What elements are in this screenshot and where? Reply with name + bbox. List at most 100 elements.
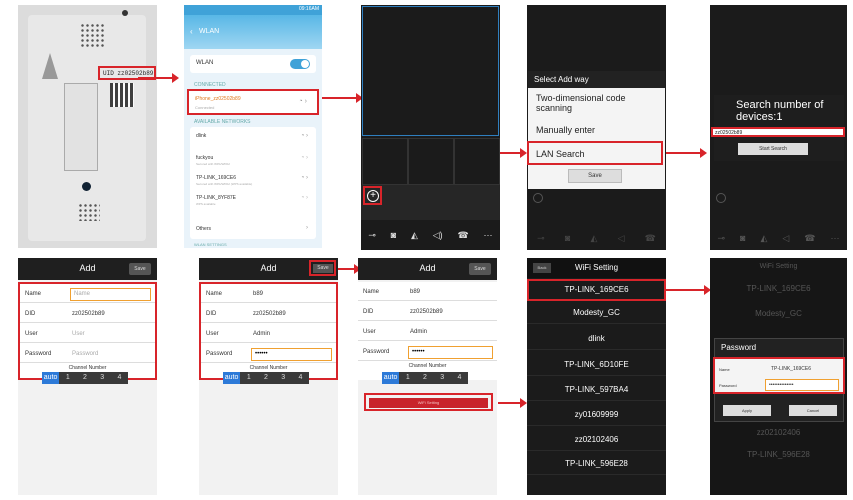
name-input[interactable]: b89: [410, 289, 420, 295]
network-item[interactable]: TP-LINK_169CE6: [196, 175, 236, 181]
ssid-label: Name: [719, 367, 730, 372]
password-input[interactable]: ••••••••••••••: [765, 379, 839, 391]
save-button[interactable]: Save: [129, 263, 151, 275]
user-input[interactable]: Admin: [253, 331, 270, 337]
wifi-setting-button[interactable]: WiFi Setting: [369, 398, 488, 408]
select-add-dialog: Select Add way Two-dimensional code scan…: [527, 71, 665, 189]
available-header: AVAILABLE NETWORKS: [194, 119, 251, 125]
cancel-button[interactable]: Cancel: [789, 405, 837, 416]
channel-1[interactable]: 1: [59, 372, 76, 384]
wifi-item[interactable]: TP-LINK_596E28: [527, 453, 666, 475]
connected-ssid: iPhone_zz02502b89: [195, 96, 241, 102]
start-search-button[interactable]: Start Search: [738, 143, 808, 155]
camera-icon[interactable]: ◙: [391, 230, 396, 250]
networks-list: dlink ◔ › fuckyou Secured with WPA/WPA2 …: [190, 127, 316, 225]
network-item[interactable]: dlink: [196, 133, 206, 139]
arrow-6: [498, 398, 527, 408]
user-label: User: [25, 331, 38, 337]
add-form-highlight: Name Name DID zz02502b89 User User Password…: [18, 282, 157, 380]
channel-selector[interactable]: auto 1 2 3 4: [42, 372, 128, 384]
network-sub: Secured with WPA/WPA2: [196, 162, 230, 166]
wifi-item[interactable]: TP-LINK_6D10FE: [527, 354, 666, 376]
add-camera-icon: [716, 193, 726, 203]
add-form-empty: Add Save Name Name DID zz02502b89 User User…: [18, 258, 157, 495]
channel-3[interactable]: 3: [275, 372, 292, 384]
channel-auto[interactable]: auto: [382, 372, 400, 384]
wifi-item[interactable]: dlink: [527, 328, 666, 350]
channel-4[interactable]: 4: [292, 372, 309, 384]
channel-3[interactable]: 3: [94, 372, 111, 384]
search-result-item[interactable]: zz02502b89: [711, 127, 845, 137]
wifi-item[interactable]: zz02102406: [527, 429, 666, 451]
did-label: DID: [363, 309, 374, 315]
user-input[interactable]: Admin: [410, 329, 427, 335]
camera-view-main[interactable]: [362, 6, 499, 136]
connected-network[interactable]: iPhone_zz02502b89 Connected ◔ ›: [187, 89, 319, 115]
phone-icon[interactable]: ☎: [457, 230, 468, 250]
back-icon[interactable]: ‹: [190, 27, 193, 36]
channel-auto[interactable]: auto: [42, 372, 60, 384]
speaker-icon[interactable]: ◁): [433, 230, 443, 250]
network-item[interactable]: fuckyou: [196, 155, 213, 161]
wifi-item[interactable]: zy01609999: [527, 404, 666, 426]
wifi-signal-icon: ◔ ›: [300, 133, 308, 139]
option-lan-search[interactable]: LAN Search: [527, 141, 663, 165]
save-button[interactable]: Save: [313, 264, 333, 273]
channel-selector[interactable]: auto 1 2 3 4: [382, 372, 468, 384]
user-input[interactable]: User: [72, 331, 85, 337]
wifi-item[interactable]: Modesty_GC: [527, 302, 666, 324]
network-item[interactable]: TP-LINK_8YF87E: [196, 195, 236, 201]
password-label: Password: [25, 351, 52, 357]
save-button[interactable]: Save: [469, 263, 491, 275]
camera-lens-icon: [82, 182, 91, 191]
others-label: Others: [196, 226, 212, 232]
wlan-header: ‹ WLAN: [184, 15, 322, 49]
channel-4[interactable]: 4: [111, 372, 128, 384]
camera-grid-screen: + ⊸ ◙ ◭ ◁) ☎ ⋯: [361, 5, 500, 250]
bottom-grille-icon: [78, 203, 100, 221]
name-input[interactable]: b89: [253, 291, 263, 297]
wlan-toggle-switch[interactable]: [290, 59, 310, 69]
more-icon[interactable]: ⋯: [484, 230, 493, 250]
channel-1[interactable]: 1: [399, 372, 416, 384]
add-title-bar: Add Save: [18, 258, 157, 280]
channel-auto[interactable]: auto: [223, 372, 241, 384]
channel-1[interactable]: 1: [240, 372, 257, 384]
password-input[interactable]: ••••••: [251, 348, 332, 361]
user-label: User: [363, 329, 376, 335]
did-input[interactable]: zz02502b89: [253, 311, 286, 317]
wlan-toggle-row[interactable]: WLAN: [190, 55, 316, 73]
password-label: Password: [363, 349, 390, 355]
did-input[interactable]: zz02502b89: [72, 311, 105, 317]
apply-button[interactable]: Apply: [723, 405, 771, 416]
channel-2[interactable]: 2: [416, 372, 433, 384]
camera-view-slot[interactable]: [454, 138, 500, 185]
search-dialog: Search number of devices:1 zz02502b89 St…: [711, 95, 845, 161]
password-input[interactable]: ••••••: [408, 346, 493, 359]
camera-view-slot[interactable]: [362, 138, 408, 185]
arrow-2: [322, 93, 363, 103]
channel-2[interactable]: 2: [257, 372, 274, 384]
password-input[interactable]: Password: [72, 351, 98, 357]
dialog-ok-button[interactable]: Save: [568, 169, 622, 183]
bg-item: TP-LINK_169CE6: [746, 284, 811, 293]
add-form: Name b89 DID zz02502b89 User Admin Password…: [358, 282, 497, 380]
others-row[interactable]: Others ›: [190, 221, 316, 239]
channel-2[interactable]: 2: [76, 372, 93, 384]
wifi-item[interactable]: TP-LINK_597BA4: [527, 379, 666, 401]
camera-view-slot[interactable]: [408, 138, 454, 185]
channel-4[interactable]: 4: [451, 372, 468, 384]
channel-3[interactable]: 3: [434, 372, 451, 384]
channel-selector[interactable]: auto 1 2 3 4: [223, 372, 309, 384]
wifi-item-selected[interactable]: TP-LINK_169CE6: [527, 279, 666, 301]
option-manual-enter[interactable]: Manually enter: [536, 125, 595, 135]
status-time: 09:16AM: [298, 6, 319, 12]
option-qr-scan[interactable]: Two-dimensional code scanning: [536, 93, 656, 113]
add-camera-icon[interactable]: +: [367, 190, 379, 202]
ssid-value: TP-LINK_169CE6: [771, 366, 812, 372]
key-icon[interactable]: ⊸: [368, 230, 376, 250]
record-icon[interactable]: ◭: [411, 230, 418, 250]
did-input[interactable]: zz02502b89: [410, 309, 443, 315]
name-input[interactable]: Name: [70, 288, 151, 301]
bg-item: TP-LINK_596E28: [747, 450, 810, 459]
